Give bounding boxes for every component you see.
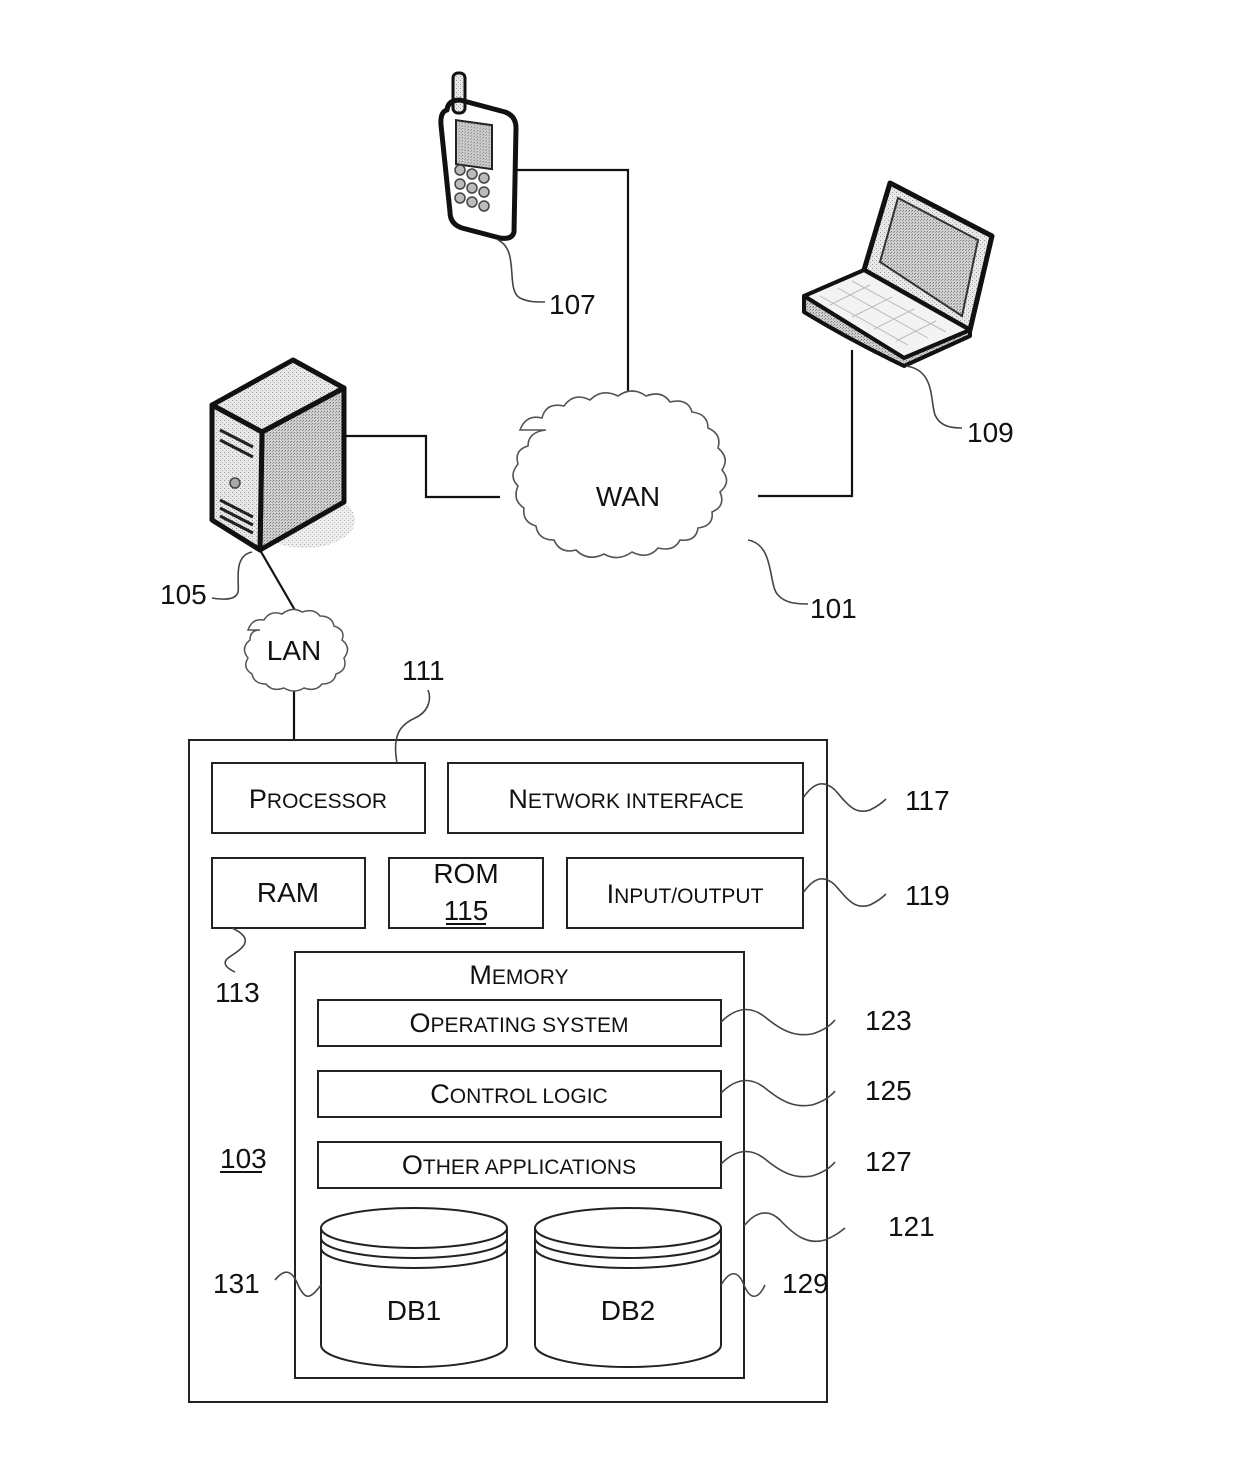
leader-101 <box>747 539 809 605</box>
ref-119: 119 <box>905 880 950 911</box>
db2-label: DB2 <box>601 1295 655 1326</box>
network-diagram: 107 109 105 WAN 101 LAN 103 PROCESSOR 11… <box>160 71 1014 1403</box>
laptop-icon <box>802 180 995 368</box>
database-db2-icon <box>534 1207 722 1368</box>
ref-129: 129 <box>782 1268 829 1299</box>
phone-to-wan-link <box>514 168 630 405</box>
ref-105: 105 <box>160 579 207 610</box>
wan-label: WAN <box>596 481 660 512</box>
ref-127: 127 <box>865 1146 912 1177</box>
database-db1-icon <box>320 1207 508 1368</box>
ref-115: 115 <box>444 895 489 926</box>
ref-109: 109 <box>967 417 1014 448</box>
db1-label: DB1 <box>387 1295 441 1326</box>
server-to-lan-link <box>259 549 297 613</box>
mobile-phone-icon <box>438 71 519 241</box>
ref-107: 107 <box>549 289 596 320</box>
ref-131: 131 <box>213 1268 260 1299</box>
leader-105 <box>211 551 253 600</box>
wan-cloud-icon <box>512 390 728 559</box>
lan-label: LAN <box>267 635 321 666</box>
phone-keypad <box>454 164 490 212</box>
ref-103: 103 <box>220 1143 267 1174</box>
ref-117: 117 <box>905 785 950 816</box>
ram-label: RAM <box>257 877 319 908</box>
ref-123: 123 <box>865 1005 912 1036</box>
ref-101: 101 <box>810 593 857 624</box>
laptop-to-wan-link <box>758 350 854 498</box>
ref-113: 113 <box>215 977 260 1008</box>
server-icon <box>209 357 355 553</box>
ref-121: 121 <box>888 1211 935 1242</box>
ref-111: 111 <box>402 655 445 686</box>
leader-109 <box>905 365 963 429</box>
ref-125: 125 <box>865 1075 912 1106</box>
server-to-wan-link <box>345 434 500 499</box>
leader-107 <box>497 239 546 303</box>
rom-label: ROM <box>433 858 498 889</box>
